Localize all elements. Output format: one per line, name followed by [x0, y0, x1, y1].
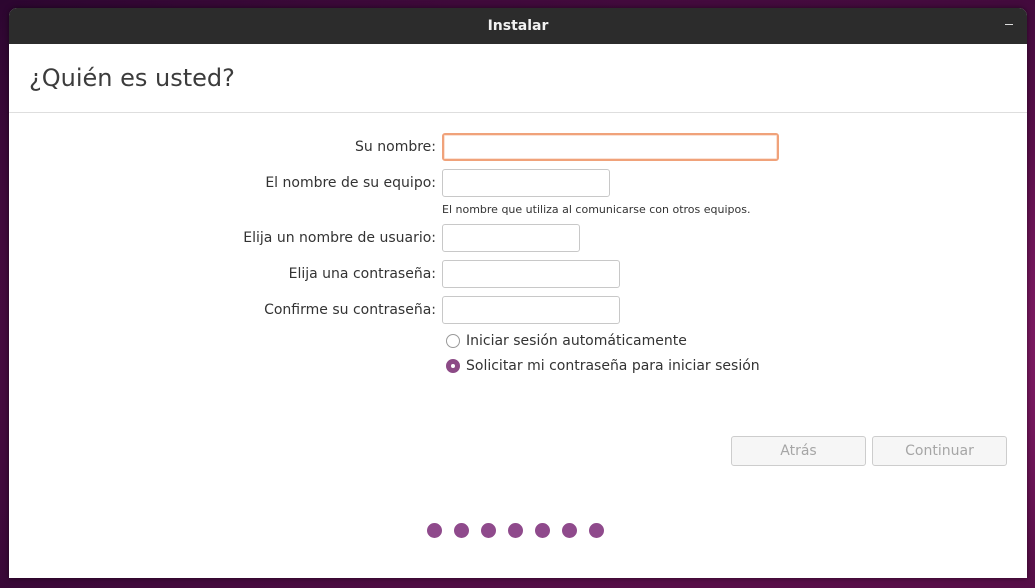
computer-name-hint: El nombre que utiliza al comunicarse con…	[442, 203, 751, 216]
require-password-label: Solicitar mi contraseña para iniciar ses…	[466, 358, 760, 374]
computer-name-label: El nombre de su equipo:	[265, 175, 436, 191]
page-title: ¿Quién es usted?	[29, 64, 235, 92]
require-password-radio[interactable]	[446, 359, 460, 373]
username-label: Elija un nombre de usuario:	[243, 230, 436, 246]
progress-dot	[481, 523, 496, 538]
progress-dot	[589, 523, 604, 538]
computer-name-input[interactable]	[442, 169, 610, 197]
progress-dots	[427, 523, 616, 538]
progress-dot	[454, 523, 469, 538]
page-header: ¿Quién es usted?	[9, 44, 1027, 113]
continue-button[interactable]: Continuar	[872, 436, 1007, 466]
installer-window: Instalar ¿Quién es usted? Su nombre: El …	[9, 8, 1027, 578]
require-password-option[interactable]: Solicitar mi contraseña para iniciar ses…	[446, 358, 760, 374]
name-input[interactable]	[442, 133, 779, 161]
auto-login-label: Iniciar sesión automáticamente	[466, 333, 687, 349]
window-title: Instalar	[487, 18, 549, 34]
minimize-icon[interactable]	[1005, 24, 1013, 25]
confirm-password-input[interactable]	[442, 296, 620, 324]
auto-login-option[interactable]: Iniciar sesión automáticamente	[446, 333, 687, 349]
progress-dot	[427, 523, 442, 538]
progress-dot	[562, 523, 577, 538]
username-input[interactable]	[442, 224, 580, 252]
name-label: Su nombre:	[355, 139, 436, 155]
password-label: Elija una contraseña:	[288, 266, 436, 282]
back-button[interactable]: Atrás	[731, 436, 866, 466]
title-bar: Instalar	[9, 8, 1027, 44]
password-input[interactable]	[442, 260, 620, 288]
auto-login-radio[interactable]	[446, 334, 460, 348]
progress-dot	[535, 523, 550, 538]
confirm-password-label: Confirme su contraseña:	[264, 302, 436, 318]
progress-dot	[508, 523, 523, 538]
